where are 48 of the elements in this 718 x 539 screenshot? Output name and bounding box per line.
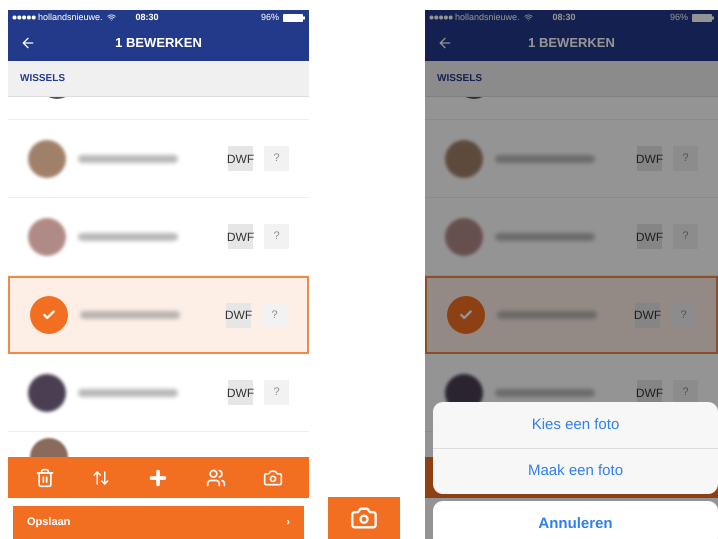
selected-row[interactable]: DWF ? bbox=[8, 276, 309, 354]
camera-icon[interactable] bbox=[262, 468, 282, 488]
clock: 08:30 bbox=[552, 10, 576, 24]
battery-level: 96% bbox=[260, 10, 279, 24]
position-badge: DWF bbox=[637, 146, 662, 171]
users-icon[interactable] bbox=[206, 468, 226, 488]
carrier-name: hollandsnieuwe. bbox=[455, 10, 520, 24]
sheet-option[interactable]: Maak een foto bbox=[433, 448, 718, 494]
battery-icon bbox=[692, 14, 714, 22]
back-icon[interactable] bbox=[437, 35, 453, 51]
battery-level: 96% bbox=[670, 10, 688, 24]
avatar bbox=[28, 140, 66, 178]
clock: 08:30 bbox=[136, 10, 159, 24]
carrier-name: hollandsnieuwe. bbox=[38, 10, 103, 24]
number-badge: ? bbox=[264, 380, 289, 405]
position-badge: DWF bbox=[228, 224, 253, 249]
avatar bbox=[445, 140, 483, 178]
position-badge: DWF bbox=[637, 224, 662, 249]
swap-icon[interactable] bbox=[92, 468, 110, 486]
number-badge: ? bbox=[673, 224, 698, 249]
check-icon bbox=[30, 296, 68, 334]
screen-title: 1 BEWERKEN bbox=[115, 34, 202, 52]
position-badge: DWF bbox=[228, 380, 253, 405]
number-badge: ? bbox=[264, 224, 289, 249]
save-button[interactable]: Opslaan › bbox=[13, 506, 304, 539]
wifi-icon bbox=[524, 13, 533, 22]
battery-icon bbox=[283, 14, 305, 22]
avatar bbox=[445, 218, 483, 256]
avatar bbox=[28, 374, 66, 412]
signal-icon bbox=[12, 15, 36, 20]
screen-title: 1 BEWERKEN bbox=[528, 34, 615, 52]
number-badge: ? bbox=[671, 302, 696, 328]
cancel-button[interactable]: Annuleren bbox=[433, 501, 718, 539]
number-badge: ? bbox=[264, 146, 289, 171]
section-label: WISSELS bbox=[20, 72, 66, 86]
number-badge: ? bbox=[262, 302, 287, 328]
number-badge: ? bbox=[673, 146, 698, 171]
check-icon bbox=[447, 296, 485, 334]
position-badge: DWF bbox=[226, 302, 251, 328]
back-icon[interactable] bbox=[20, 35, 36, 51]
avatar bbox=[28, 218, 66, 256]
position-badge: DWF bbox=[228, 146, 253, 171]
signal-icon bbox=[429, 15, 453, 20]
trash-icon[interactable] bbox=[34, 468, 54, 488]
position-badge: DWF bbox=[635, 302, 660, 328]
wifi-icon bbox=[106, 13, 116, 22]
section-label: WISSELS bbox=[437, 72, 482, 86]
selected-row[interactable]: DWF ? bbox=[425, 276, 718, 354]
